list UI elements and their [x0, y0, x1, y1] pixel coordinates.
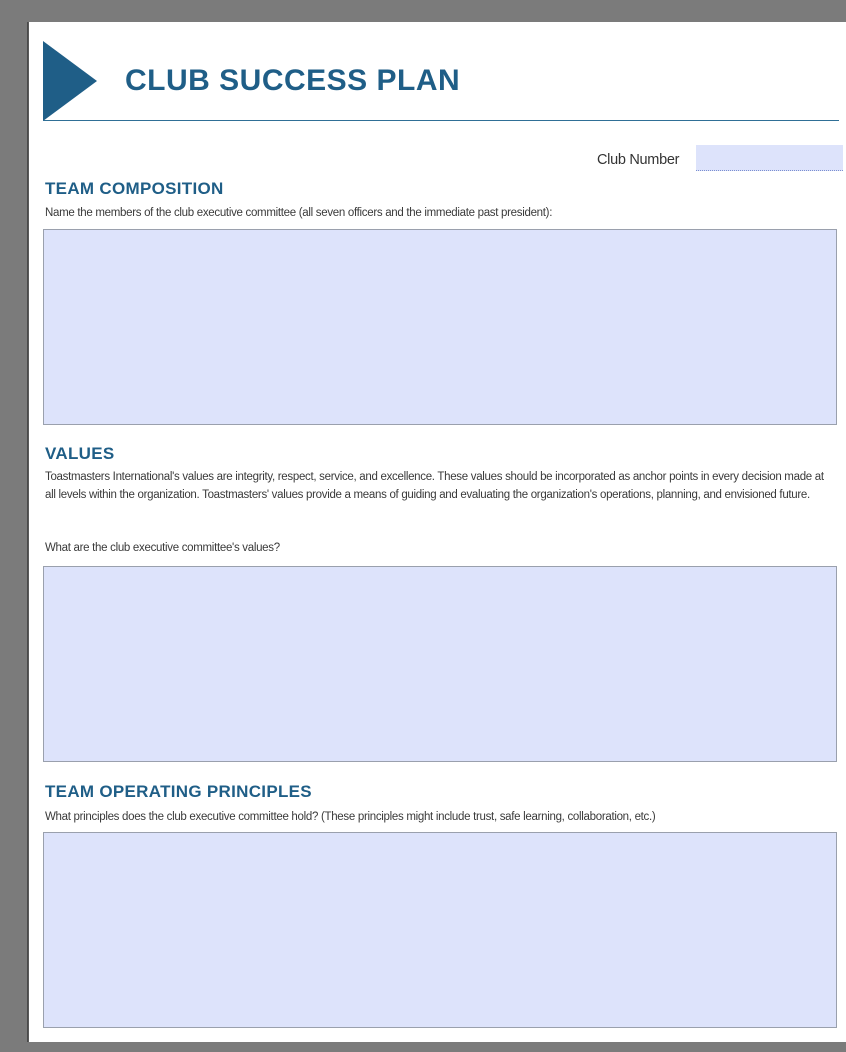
values-question: What are the club executive committee's …	[45, 542, 280, 554]
team-composition-field[interactable]	[43, 229, 837, 425]
team-operating-principles-heading: TEAM OPERATING PRINCIPLES	[45, 782, 312, 801]
triangle-play-icon	[43, 41, 97, 121]
team-operating-principles-question: What principles does the club executive …	[45, 811, 656, 823]
values-field[interactable]	[43, 566, 837, 762]
values-description: Toastmasters International's values are …	[45, 471, 824, 501]
page-title: CLUB SUCCESS PLAN	[125, 64, 461, 97]
team-operating-principles-field[interactable]	[43, 832, 837, 1028]
header-divider	[43, 120, 839, 121]
values-heading: VALUES	[45, 444, 115, 463]
team-composition-instruction: Name the members of the club executive c…	[45, 207, 553, 219]
document-page: CLUB SUCCESS PLAN Club Number TEAM COMPO…	[28, 22, 846, 1042]
club-number-input[interactable]	[696, 145, 843, 171]
club-number-label: Club Number	[597, 152, 680, 168]
team-composition-heading: TEAM COMPOSITION	[45, 179, 224, 198]
